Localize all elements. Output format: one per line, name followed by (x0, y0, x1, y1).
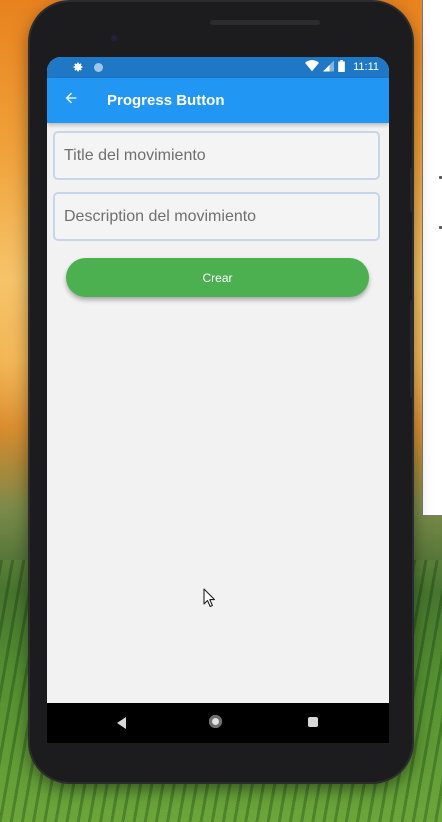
back-triangle-icon[interactable] (117, 717, 126, 729)
wifi-icon (305, 59, 320, 77)
create-button-label: Crear (202, 270, 233, 285)
mouse-cursor-icon (203, 588, 217, 608)
power-button (410, 168, 414, 212)
settings-gear-icon (72, 61, 84, 73)
home-circle-icon[interactable] (209, 715, 222, 728)
create-button[interactable]: Crear (66, 258, 369, 297)
signal-icon (323, 59, 335, 77)
back-button[interactable] (59, 88, 83, 112)
phone-screen: 11:11 Progress Button Crear (47, 57, 389, 743)
title-field[interactable] (53, 131, 380, 180)
recents-square-icon[interactable] (308, 717, 318, 727)
status-time: 11:11 (353, 61, 379, 73)
status-bar: 11:11 (47, 57, 389, 78)
title-input[interactable] (64, 146, 378, 165)
battery-icon (338, 59, 345, 77)
volume-button (410, 300, 414, 398)
description-field[interactable] (53, 192, 380, 241)
front-camera (111, 35, 117, 41)
description-input[interactable] (64, 207, 378, 226)
arrow-left-icon (63, 90, 79, 111)
background-window (422, 0, 442, 516)
navigation-bar (47, 703, 389, 743)
app-bar: Progress Button (47, 78, 389, 123)
status-icons: 11:11 (305, 59, 379, 77)
earpiece (210, 20, 320, 25)
circle-status-icon (92, 61, 104, 73)
page-title: Progress Button (107, 92, 225, 109)
